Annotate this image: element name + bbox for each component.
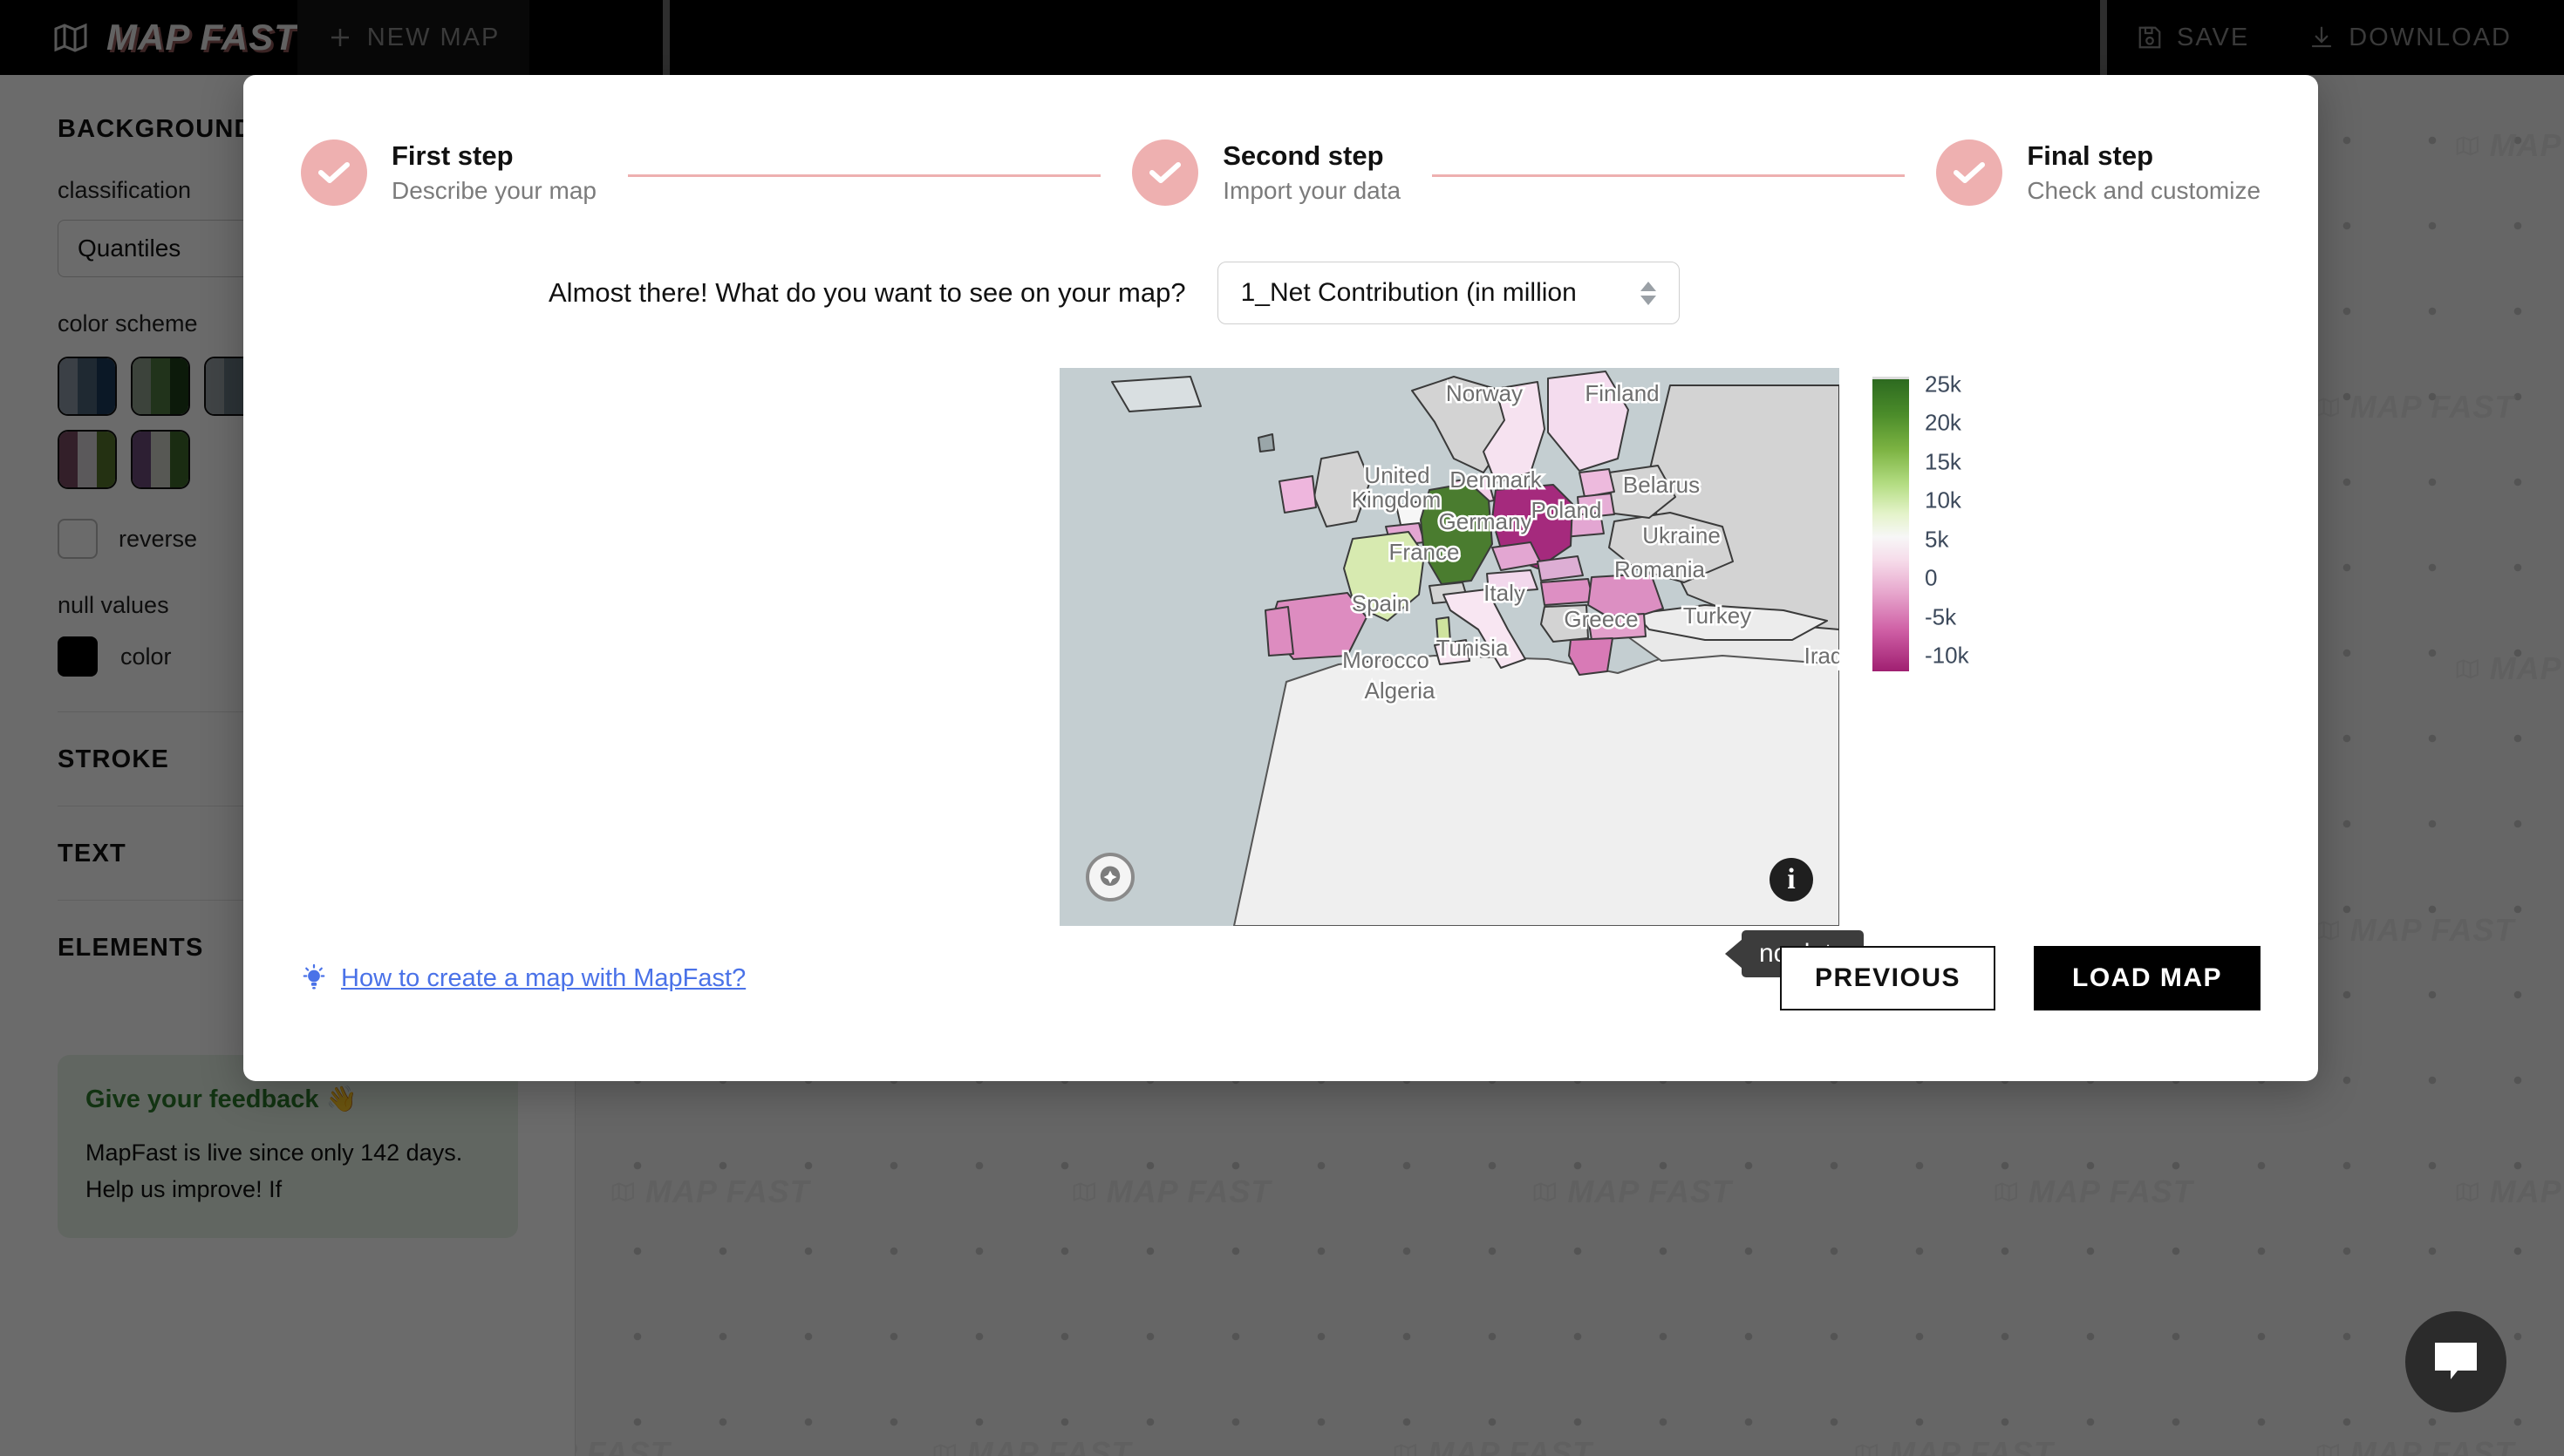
map-label: Algeria xyxy=(1365,677,1435,704)
compass-button[interactable] xyxy=(1086,853,1135,901)
map-legend: 25k 20k 15k 10k 5k 0 -5k -10k xyxy=(1872,371,2029,671)
map-label: United xyxy=(1364,462,1429,488)
map-label: Greece xyxy=(1564,606,1638,632)
step-connector-1 xyxy=(627,174,1101,177)
step-final-circle xyxy=(1936,139,2003,206)
modal-footer: How to create a map with MapFast? PREVIO… xyxy=(243,924,2318,1081)
check-icon xyxy=(1954,162,1986,183)
legend-tick-labels: 25k 20k 15k 10k 5k 0 -5k -10k xyxy=(1925,371,2029,671)
footer-buttons: PREVIOUS LOAD MAP xyxy=(1779,946,2261,1010)
map-label: Denmark xyxy=(1449,466,1542,493)
info-button[interactable]: i xyxy=(1770,858,1813,901)
map-label: France xyxy=(1389,539,1460,565)
question-row: Almost there! What do you want to see on… xyxy=(243,206,2318,324)
chat-bubble-icon xyxy=(2435,1343,2477,1379)
step-connector-2 xyxy=(1432,174,1906,177)
map-preview: Finland Norway Denmark United Kingdom Belarus… xyxy=(243,368,2318,977)
map-label: Norway xyxy=(1446,380,1523,406)
step-first-circle xyxy=(301,139,367,206)
map-label: Poland xyxy=(1531,497,1602,523)
help-link[interactable]: How to create a map with MapFast? xyxy=(341,964,746,993)
chevron-updown-icon xyxy=(1640,281,1656,305)
map-label: Turkey xyxy=(1683,602,1752,629)
lightbulb-icon xyxy=(303,963,325,990)
legend-tick: 0 xyxy=(1925,564,1938,591)
previous-button[interactable]: PREVIOUS xyxy=(1779,946,1995,1010)
load-map-button[interactable]: LOAD MAP xyxy=(2034,946,2261,1010)
legend-tick: 10k xyxy=(1925,486,1961,514)
wizard-stepper: First step Describe your map Second step… xyxy=(243,75,2318,206)
step-final[interactable]: Final step Check and customize xyxy=(1936,139,2261,206)
field-select-value: 1_Net Contribution (in million xyxy=(1240,278,1577,307)
step-first-subtitle: Describe your map xyxy=(392,176,597,204)
step-first[interactable]: First step Describe your map xyxy=(301,139,597,206)
map-label: Spain xyxy=(1352,590,1410,616)
map-label: Tunisia xyxy=(1436,635,1509,661)
app-root: BACKGROUND classification Quantiles colo… xyxy=(0,0,2564,1456)
legend-tick: -10k xyxy=(1925,642,1969,669)
map-label: Kingdom xyxy=(1352,486,1442,513)
step-final-title: Final step xyxy=(2027,139,2154,171)
map-label: Belarus xyxy=(1623,472,1700,498)
help-link-row[interactable]: How to create a map with MapFast? xyxy=(301,963,746,993)
legend-tick: 20k xyxy=(1925,409,1961,436)
chat-button[interactable] xyxy=(2405,1311,2506,1412)
question-label: Almost there! What do you want to see on… xyxy=(549,277,1186,308)
step-second[interactable]: Second step Import your data xyxy=(1132,139,1401,206)
compass-icon xyxy=(1100,866,1121,886)
step-second-title: Second step xyxy=(1223,139,1384,171)
map-label: Germany xyxy=(1439,508,1532,534)
map-label: Finland xyxy=(1585,380,1659,406)
map-label: Iraq xyxy=(1804,643,1839,669)
step-final-subtitle: Check and customize xyxy=(2027,176,2261,204)
legend-colorbar xyxy=(1872,377,1909,671)
map-label: Morocco xyxy=(1342,647,1429,673)
step-second-subtitle: Import your data xyxy=(1223,176,1401,204)
map-label: Italy xyxy=(1483,580,1525,606)
step-first-title: First step xyxy=(392,139,514,171)
field-select[interactable]: 1_Net Contribution (in million xyxy=(1217,262,1680,324)
choropleth-svg: Finland Norway Denmark UnitedKingdom Belarus… xyxy=(1060,368,1839,926)
legend-tick: 25k xyxy=(1925,371,1961,398)
check-icon xyxy=(318,162,350,183)
wizard-modal: First step Describe your map Second step… xyxy=(243,75,2318,1081)
legend-tick: 5k xyxy=(1925,526,1949,553)
legend-tick: -5k xyxy=(1925,603,1957,630)
legend-tick: 15k xyxy=(1925,448,1961,475)
choropleth-map[interactable]: Finland Norway Denmark United Kingdom Belarus… xyxy=(1060,368,1839,926)
map-label: Romania xyxy=(1614,556,1706,582)
map-label: Ukraine xyxy=(1642,522,1721,548)
step-second-circle xyxy=(1132,139,1199,206)
check-icon xyxy=(1149,162,1182,183)
